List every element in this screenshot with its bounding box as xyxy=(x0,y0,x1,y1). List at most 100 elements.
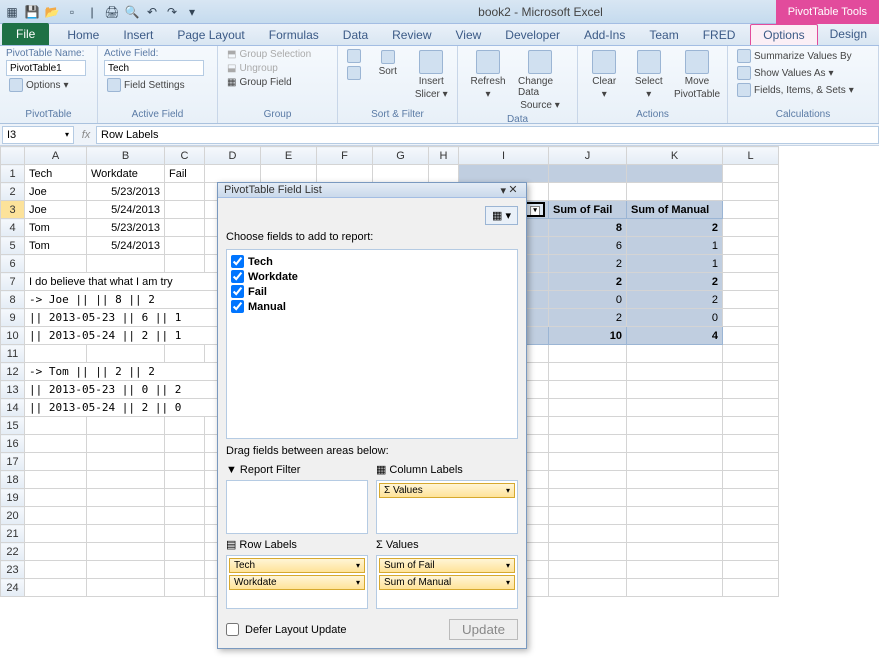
cell[interactable] xyxy=(627,381,723,399)
row-header-1[interactable]: 1 xyxy=(1,165,25,183)
tab-options[interactable]: Options xyxy=(750,24,817,45)
cell[interactable] xyxy=(723,363,779,381)
cell[interactable] xyxy=(25,345,87,363)
excel-icon[interactable]: ▦ xyxy=(4,4,20,20)
col-header-I[interactable]: I xyxy=(459,147,549,165)
cell[interactable] xyxy=(25,453,87,471)
cell[interactable] xyxy=(165,579,205,597)
field-item[interactable]: Fail xyxy=(231,284,513,299)
field-item[interactable]: Tech xyxy=(231,254,513,269)
tab-view[interactable]: View xyxy=(444,25,494,45)
row-header-2[interactable]: 2 xyxy=(1,183,25,201)
field-item[interactable]: Manual xyxy=(231,299,513,314)
cell[interactable] xyxy=(87,453,165,471)
row-header-12[interactable]: 12 xyxy=(1,363,25,381)
cell[interactable] xyxy=(25,561,87,579)
cell[interactable]: 5/23/2013 xyxy=(87,183,165,201)
cell[interactable] xyxy=(87,507,165,525)
tab-design[interactable]: Design xyxy=(818,24,879,45)
field-checkbox[interactable] xyxy=(231,285,244,298)
cell[interactable] xyxy=(165,525,205,543)
redo-icon[interactable]: ↷ xyxy=(164,4,180,20)
cell[interactable]: Sum of Fail xyxy=(549,201,627,219)
row-header-10[interactable]: 10 xyxy=(1,327,25,345)
cell[interactable] xyxy=(549,435,627,453)
cell[interactable] xyxy=(25,435,87,453)
row-header-16[interactable]: 16 xyxy=(1,435,25,453)
cell[interactable] xyxy=(627,399,723,417)
cell[interactable]: 2 xyxy=(627,273,723,291)
cell[interactable] xyxy=(723,255,779,273)
cell[interactable] xyxy=(627,435,723,453)
row-header-23[interactable]: 23 xyxy=(1,561,25,579)
chevron-down-icon[interactable]: ▾ xyxy=(356,578,360,587)
tab-data[interactable]: Data xyxy=(331,25,380,45)
ungroup-button[interactable]: ⬓ Ungroup xyxy=(224,62,314,75)
cell[interactable]: Tech xyxy=(25,165,87,183)
cell[interactable] xyxy=(723,543,779,561)
cell[interactable] xyxy=(723,453,779,471)
cell[interactable] xyxy=(627,183,723,201)
cell[interactable] xyxy=(25,255,87,273)
field-settings-button[interactable]: Field Settings xyxy=(104,77,204,93)
col-header-C[interactable]: C xyxy=(165,147,205,165)
field-checkbox[interactable] xyxy=(231,300,244,313)
cell[interactable] xyxy=(165,417,205,435)
row-header-15[interactable]: 15 xyxy=(1,417,25,435)
cell[interactable] xyxy=(723,327,779,345)
chevron-down-icon[interactable]: ▾ xyxy=(356,561,360,570)
col-header-A[interactable]: A xyxy=(25,147,87,165)
field-checklist[interactable]: TechWorkdateFailManual xyxy=(226,249,518,439)
col-header-H[interactable]: H xyxy=(429,147,459,165)
cell[interactable] xyxy=(87,525,165,543)
cell[interactable] xyxy=(87,579,165,597)
select-button[interactable]: Select▾ xyxy=(629,48,670,102)
field-list-title-bar[interactable]: PivotTable Field List ▾ ✕ xyxy=(218,183,526,198)
row-header-17[interactable]: 17 xyxy=(1,453,25,471)
cell[interactable]: Sum of Manual xyxy=(627,201,723,219)
cell[interactable] xyxy=(165,345,205,363)
area-pill[interactable]: Sum of Fail▾ xyxy=(379,558,515,573)
cell[interactable]: 10 xyxy=(549,327,627,345)
cell[interactable] xyxy=(723,273,779,291)
pt-options-button[interactable]: Options ▾ xyxy=(6,77,86,93)
row-header-7[interactable]: 7 xyxy=(1,273,25,291)
tab-review[interactable]: Review xyxy=(380,25,443,45)
fields-items-sets-button[interactable]: Fields, Items, & Sets ▾ xyxy=(734,82,857,98)
cell[interactable] xyxy=(549,543,627,561)
cell[interactable]: 2 xyxy=(627,291,723,309)
col-header-E[interactable]: E xyxy=(261,147,317,165)
cell[interactable] xyxy=(627,345,723,363)
cell[interactable] xyxy=(165,471,205,489)
cell[interactable]: Joe xyxy=(25,183,87,201)
cell[interactable] xyxy=(627,579,723,597)
cell[interactable] xyxy=(549,165,627,183)
undo-icon[interactable]: ↶ xyxy=(144,4,160,20)
cell[interactable] xyxy=(627,471,723,489)
chevron-down-icon[interactable]: ▾ xyxy=(506,486,510,495)
cell[interactable] xyxy=(25,579,87,597)
cell[interactable] xyxy=(165,489,205,507)
cell[interactable]: 4 xyxy=(627,327,723,345)
area-pill[interactable]: Tech▾ xyxy=(229,558,365,573)
pivot-field-list[interactable]: PivotTable Field List ▾ ✕ ▦ ▾ Choose fie… xyxy=(217,182,527,649)
cell[interactable]: Tom xyxy=(25,219,87,237)
cell[interactable] xyxy=(723,471,779,489)
clear-button[interactable]: Clear▾ xyxy=(584,48,625,102)
cell[interactable] xyxy=(627,507,723,525)
open-icon[interactable]: 📂 xyxy=(44,4,60,20)
col-header-L[interactable]: L xyxy=(723,147,779,165)
sort-az-button[interactable] xyxy=(344,48,364,64)
row-labels-area[interactable]: Tech▾Workdate▾ xyxy=(226,555,368,609)
cell[interactable] xyxy=(723,525,779,543)
close-icon[interactable]: ✕ xyxy=(506,183,520,197)
layout-options-button[interactable]: ▦ ▾ xyxy=(485,206,518,225)
area-pill[interactable]: Sum of Manual▾ xyxy=(379,575,515,590)
cell[interactable] xyxy=(723,435,779,453)
cell[interactable] xyxy=(549,579,627,597)
cell[interactable] xyxy=(723,579,779,597)
chevron-down-icon[interactable]: ▾ xyxy=(506,561,510,570)
cell[interactable] xyxy=(723,399,779,417)
cell[interactable] xyxy=(723,489,779,507)
cell[interactable] xyxy=(87,543,165,561)
